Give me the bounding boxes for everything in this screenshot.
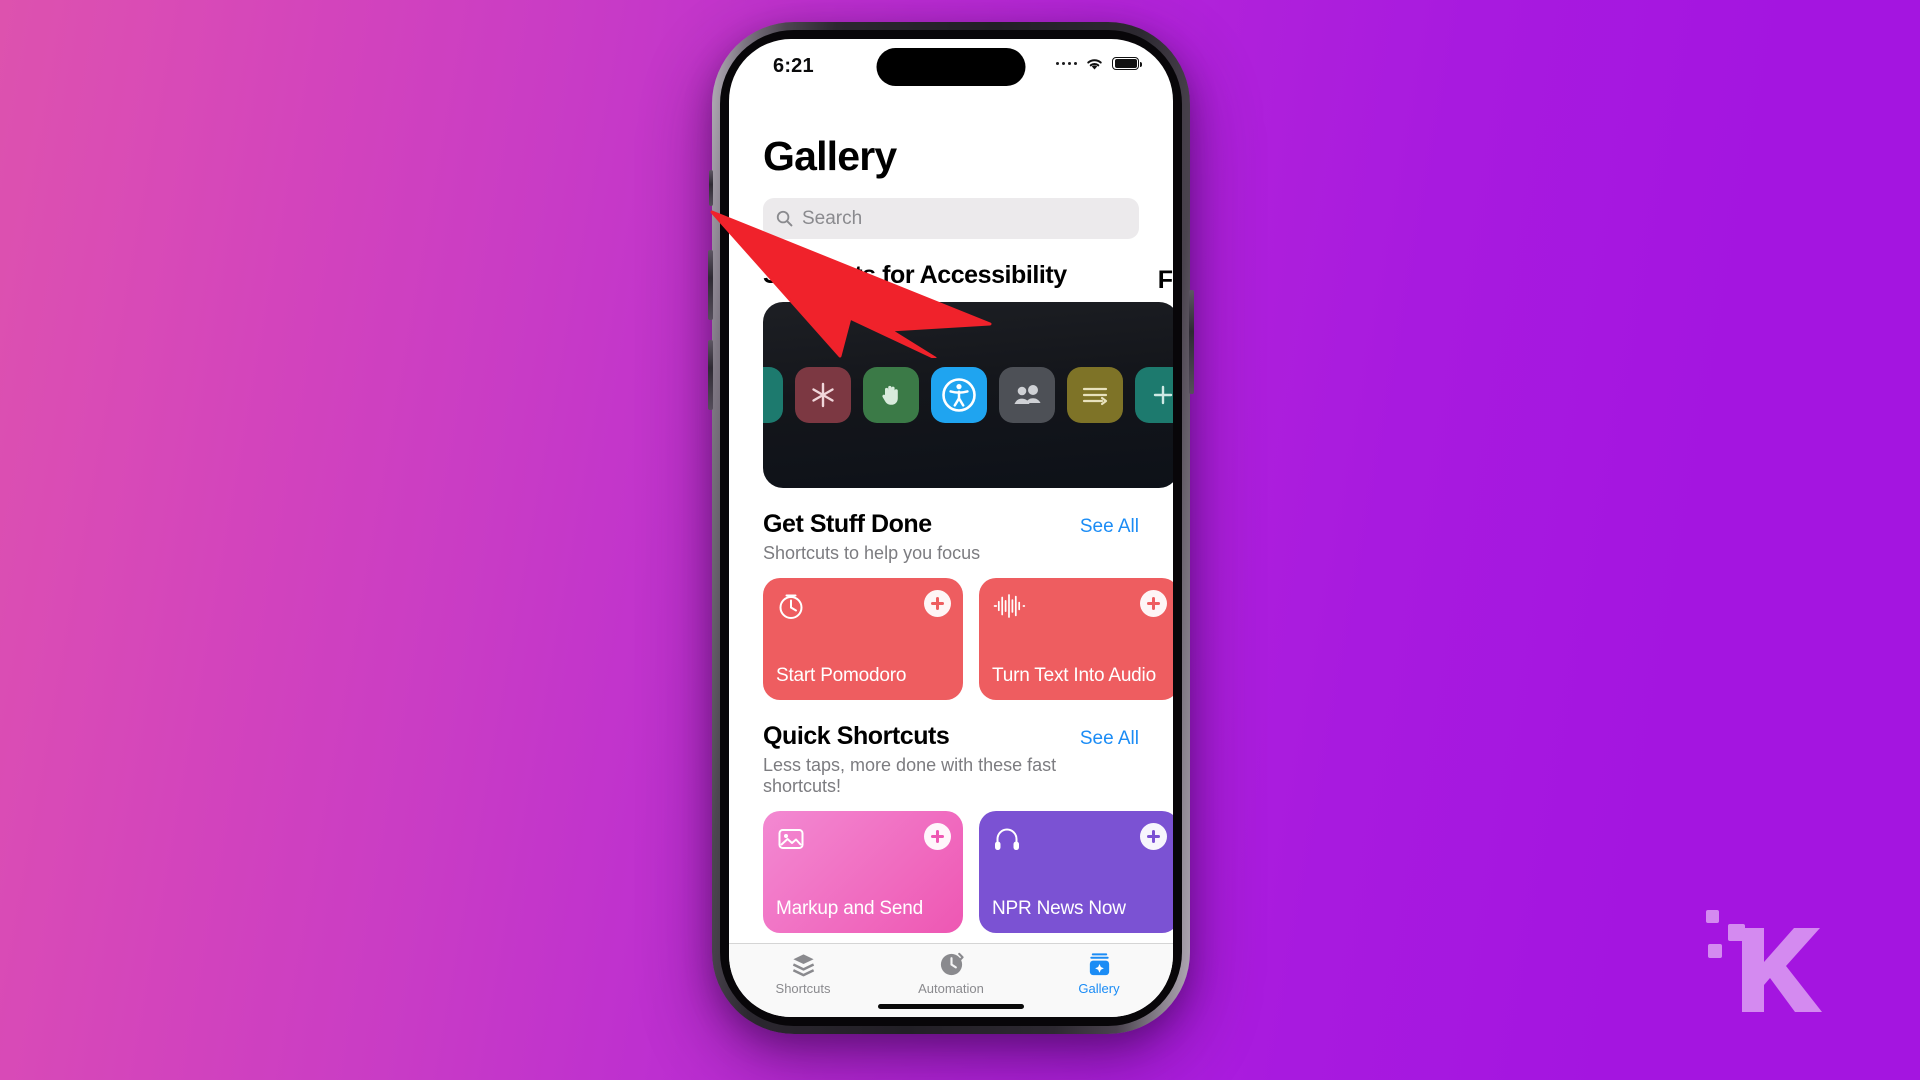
knowtechie-logo <box>1706 910 1822 1012</box>
page-title: Gallery <box>763 133 897 179</box>
tab-automation[interactable]: Automation <box>877 951 1025 996</box>
shortcut-card[interactable]: Markup and Send <box>763 811 963 933</box>
tab-gallery[interactable]: Gallery <box>1025 951 1173 996</box>
add-icon[interactable] <box>1140 823 1167 850</box>
hand-raised-icon <box>863 367 919 423</box>
shortcut-card[interactable]: Start Pomodoro <box>763 578 963 700</box>
section-header-accessibility: Shortcuts for Accessibility <box>763 261 1139 290</box>
droplet-icon <box>763 367 783 423</box>
see-all-link[interactable]: See All <box>1080 516 1139 538</box>
gallery-badge-icon <box>1089 953 1109 976</box>
shortcut-card-label: Markup and Send <box>776 898 923 919</box>
status-bar: 6:21 <box>729 39 1173 93</box>
section-subtitle: Less taps, more done with these fast sho… <box>763 755 1057 796</box>
volume-up-button[interactable] <box>708 250 713 320</box>
tab-label: Automation <box>918 981 984 996</box>
iphone-device: 6:21 Gallery Search Shortcuts for Access… <box>708 22 1194 1034</box>
shortcuts-app: Gallery Search Shortcuts for Accessibili… <box>729 93 1173 1017</box>
power-button[interactable] <box>1189 290 1194 394</box>
add-icon[interactable] <box>924 590 951 617</box>
accessibility-icon-strip <box>763 367 1173 423</box>
shortcut-card-label: Turn Text Into Audio <box>992 665 1156 686</box>
tab-label: Shortcuts <box>775 981 831 996</box>
section-title: Get Stuff Done <box>763 510 932 538</box>
tab-shortcuts[interactable]: Shortcuts <box>729 951 877 996</box>
search-placeholder: Search <box>802 207 863 229</box>
shortcut-card-label: NPR News Now <box>992 898 1126 919</box>
get-stuff-done-card-row[interactable]: Start Pomodoro Turn Text Into Audio <box>729 578 1173 700</box>
headphones-icon <box>995 828 1019 850</box>
accessibility-icon <box>931 367 987 423</box>
add-icon[interactable] <box>1140 590 1167 617</box>
clock-arrow-icon <box>940 952 964 976</box>
dynamic-island <box>876 48 1026 86</box>
search-input[interactable]: Search <box>763 198 1139 239</box>
volume-down-button[interactable] <box>708 340 713 410</box>
home-indicator[interactable] <box>878 1004 1024 1009</box>
wifi-icon <box>1087 59 1102 70</box>
accessibility-banner-row[interactable]: F <box>729 266 1173 488</box>
section-title: Quick Shortcuts <box>763 722 950 750</box>
plus-tile-icon <box>1135 367 1173 423</box>
silence-switch[interactable] <box>709 170 713 206</box>
add-icon[interactable] <box>924 823 951 850</box>
section-subtitle: Shortcuts to help you focus <box>763 543 981 563</box>
shortcut-card-label: Start Pomodoro <box>776 665 907 686</box>
shortcut-card[interactable]: Turn Text Into Audio <box>979 578 1173 700</box>
status-indicators <box>1055 56 1142 71</box>
device-screen: 6:21 Gallery Search Shortcuts for Access… <box>729 39 1173 1017</box>
asterisk-icon <box>795 367 851 423</box>
waveform-icon <box>993 594 1026 618</box>
next-section-title-peek: F <box>1157 266 1173 294</box>
tab-bar: Shortcuts Automation Gallery <box>729 943 1173 1017</box>
accessibility-banner-card[interactable] <box>763 302 1173 488</box>
section-header-quick-shortcuts: Quick Shortcuts See All <box>763 722 1139 751</box>
gallery-scroll-area[interactable]: Gallery Search Shortcuts for Accessibili… <box>729 93 1173 943</box>
quick-shortcuts-card-row[interactable]: Markup and Send NPR News Now <box>729 811 1173 933</box>
photo-icon <box>778 829 804 849</box>
sliders-icon <box>1067 367 1123 423</box>
cellular-signal-icon <box>1055 61 1077 66</box>
search-icon <box>776 210 793 227</box>
tab-label: Gallery <box>1078 981 1120 996</box>
status-time: 6:21 <box>773 55 814 77</box>
see-all-link[interactable]: See All <box>1080 728 1139 750</box>
people-icon <box>999 367 1055 423</box>
shortcut-card[interactable]: NPR News Now <box>979 811 1173 933</box>
battery-icon <box>1112 56 1142 71</box>
section-title: Shortcuts for Accessibility <box>763 261 1067 289</box>
section-header-get-stuff-done: Get Stuff Done See All <box>763 510 1139 539</box>
screenshot-stage: 6:21 Gallery Search Shortcuts for Access… <box>0 0 1920 1080</box>
timer-icon <box>779 594 803 619</box>
stack-icon <box>792 954 814 977</box>
